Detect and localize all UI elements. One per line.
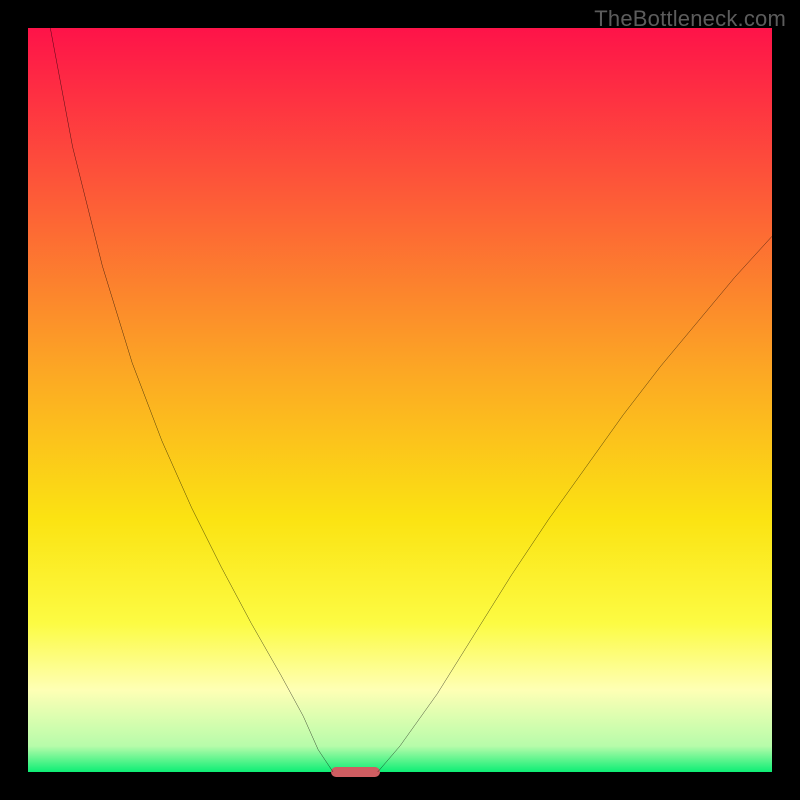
curve-layer <box>28 28 772 772</box>
plot-area <box>28 28 772 772</box>
chart-stage: TheBottleneck.com <box>0 0 800 800</box>
watermark-text: TheBottleneck.com <box>594 6 786 32</box>
left-curve-path <box>50 28 333 772</box>
right-curve-path <box>378 236 772 772</box>
